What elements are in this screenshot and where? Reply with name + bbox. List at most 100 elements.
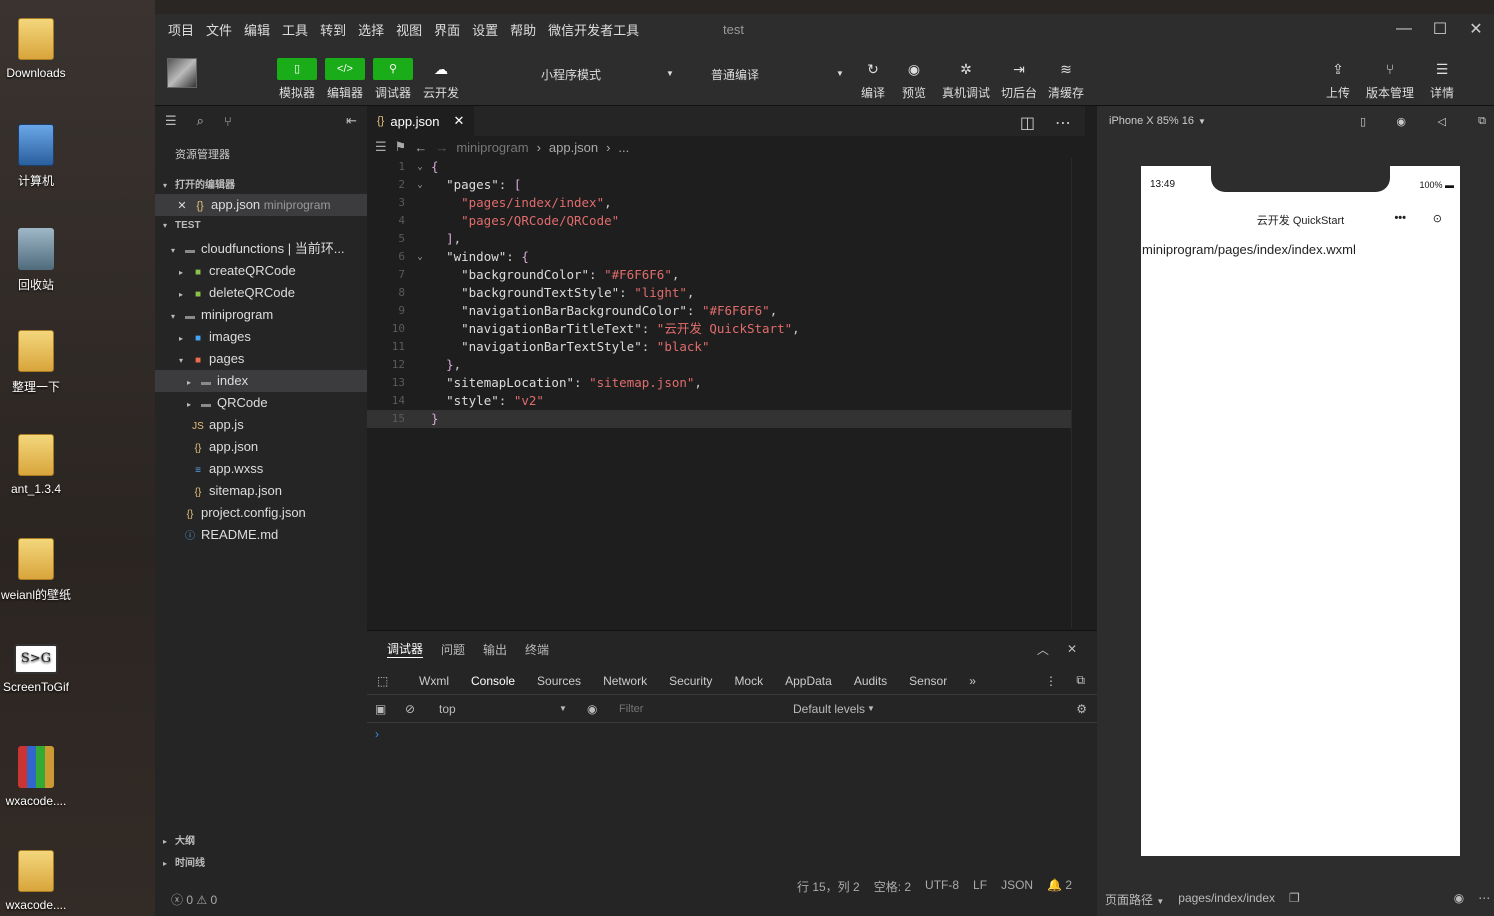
phone-icon[interactable]: ▯ — [1360, 115, 1366, 128]
outline-header[interactable]: ▸ 大纲 — [155, 828, 367, 850]
breadcrumb-file[interactable]: app.json — [549, 140, 598, 155]
levels-select[interactable]: Default levels — [793, 702, 865, 716]
tree-item[interactable]: ▸ ■ createQRCode — [155, 260, 367, 282]
code-line[interactable]: 7 "backgroundColor": "#F6F6F6", — [367, 266, 1071, 284]
filter-input[interactable] — [619, 702, 769, 715]
background-button[interactable]: ⇥ 切后台 — [1001, 58, 1037, 101]
preview-button[interactable]: ◉ 预览 — [902, 58, 926, 101]
more-icon[interactable]: ⋯ — [1055, 113, 1071, 133]
code-line[interactable]: 11 "navigationBarTextStyle": "black" — [367, 338, 1071, 356]
tree-item[interactable]: ▸ ■ images — [155, 326, 367, 348]
clear-console-icon[interactable]: ⊘ — [405, 702, 415, 716]
tree-item[interactable]: ▸ ▬ QRCode — [155, 392, 367, 414]
clear-cache-button[interactable]: ≋ 清缓存 — [1048, 58, 1084, 101]
desktop-icon-folder[interactable]: 整理一下 — [0, 330, 72, 395]
back-icon[interactable]: ← — [414, 140, 427, 155]
code-line[interactable]: 12 }, — [367, 356, 1071, 374]
record-icon[interactable]: ◉ — [1396, 115, 1406, 128]
close-window-icon[interactable]: ✕ — [1458, 14, 1494, 44]
breadcrumb-more[interactable]: ... — [618, 140, 629, 155]
tree-item[interactable]: ⓘ README.md — [155, 524, 367, 546]
code-line[interactable]: 14 "style": "v2" — [367, 392, 1071, 410]
devtab-wxml[interactable]: Wxml — [419, 674, 449, 688]
tree-item[interactable]: ≡ app.wxss — [155, 458, 367, 480]
copy-icon[interactable]: ❐ — [1289, 891, 1300, 908]
more-icon[interactable]: ⋯ — [1478, 891, 1490, 908]
devtab-sensor[interactable]: Sensor — [909, 674, 947, 688]
search-icon[interactable]: ⌕ — [197, 113, 204, 129]
desktop-icon-recycle-bin[interactable]: 回收站 — [0, 228, 72, 293]
maximize-icon[interactable]: ☐ — [1422, 14, 1458, 44]
cloud-button[interactable]: ☁ 云开发 — [421, 58, 461, 101]
tree-item[interactable]: {} sitemap.json — [155, 480, 367, 502]
debugger-button[interactable]: ⚲ 调试器 — [373, 58, 413, 101]
menu-select[interactable]: 选择 — [358, 20, 384, 39]
compile-mode-select[interactable]: 普通编译 ▼ — [711, 66, 847, 83]
details-button[interactable]: ☰ 详情 — [1430, 58, 1454, 101]
menu-view[interactable]: 视图 — [396, 20, 422, 39]
desktop-icon-wallpaper[interactable]: weianl的壁纸 — [0, 538, 72, 603]
menu-help[interactable]: 帮助 — [510, 20, 536, 39]
indentation[interactable]: 空格: 2 — [874, 878, 911, 895]
gear-icon[interactable]: ⚙ — [1076, 702, 1087, 716]
fold-icon[interactable]: ⌄ — [409, 176, 431, 194]
encoding[interactable]: UTF-8 — [925, 878, 959, 895]
problems-status[interactable]: ⓧ 0 ⚠ 0 — [171, 891, 217, 908]
chevron-up-icon[interactable]: ︿ — [1037, 641, 1049, 658]
tab-terminal[interactable]: 终端 — [525, 641, 549, 658]
desktop-icon-wxacode-folder[interactable]: wxacode.... — [0, 850, 72, 912]
cursor-position[interactable]: 行 15，列 2 — [797, 878, 860, 895]
real-debug-button[interactable]: ✲ 真机调试 — [942, 58, 990, 101]
forward-icon[interactable]: → — [435, 140, 448, 155]
notifications[interactable]: 🔔 2 — [1047, 878, 1072, 895]
split-editor-icon[interactable]: ◫ — [1020, 113, 1035, 133]
menu-wechat-devtools[interactable]: 微信开发者工具 — [548, 20, 639, 39]
phone-screen[interactable]: 13:49 100% ▬ 云开发 QuickStart ••• ⊙ minipr… — [1141, 166, 1460, 856]
devtab-sources[interactable]: Sources — [537, 674, 581, 688]
undock-icon[interactable]: ⧉ — [1076, 673, 1085, 688]
eol[interactable]: LF — [973, 878, 987, 895]
fold-icon[interactable]: ⌄ — [409, 158, 431, 176]
devtab-console[interactable]: Console — [471, 674, 515, 688]
tab-debugger[interactable]: 调试器 — [387, 640, 424, 658]
console-prompt[interactable]: › — [367, 723, 1097, 745]
tree-item[interactable]: ▸ ▬ index — [155, 370, 367, 392]
open-editors-header[interactable]: ▾ 打开的编辑器 — [155, 172, 367, 194]
code-line[interactable]: 5 ], — [367, 230, 1071, 248]
close-icon[interactable]: ✕ — [175, 195, 189, 217]
code-line[interactable]: 9 "navigationBarBackgroundColor": "#F6F6… — [367, 302, 1071, 320]
close-panel-icon[interactable]: ✕ — [1067, 642, 1077, 656]
devtab-mock[interactable]: Mock — [734, 674, 763, 688]
simulator-button[interactable]: ▯ 模拟器 — [277, 58, 317, 101]
timeline-header[interactable]: ▸ 时间线 — [155, 850, 367, 872]
devtab-network[interactable]: Network — [603, 674, 647, 688]
desktop-icon-wxacode-rar[interactable]: wxacode.... — [0, 746, 72, 808]
eye-icon[interactable]: ◉ — [587, 702, 597, 716]
more-tabs-icon[interactable]: » — [969, 674, 976, 688]
tab-problems[interactable]: 问题 — [441, 641, 465, 658]
menu-project[interactable]: 项目 — [168, 20, 194, 39]
code-line[interactable]: 8 "backgroundTextStyle": "light", — [367, 284, 1071, 302]
devtab-security[interactable]: Security — [669, 674, 712, 688]
mode-select[interactable]: 小程序模式 ▼ — [541, 66, 677, 83]
sidebar-toggle-icon[interactable]: ▣ — [375, 702, 386, 716]
kebab-icon[interactable]: ⋮ — [1045, 674, 1057, 688]
volume-icon[interactable]: ◁ — [1438, 115, 1446, 128]
code-line[interactable]: 6 ⌄ "window": { — [367, 248, 1071, 266]
menu-file[interactable]: 文件 — [206, 20, 232, 39]
path-select[interactable]: 页面路径 ▼ — [1105, 891, 1164, 908]
device-select[interactable]: iPhone X 85% 16 — [1109, 115, 1194, 127]
context-select[interactable]: top — [439, 702, 456, 716]
breadcrumb-folder[interactable]: miniprogram — [456, 140, 528, 155]
tree-item[interactable]: ▸ ■ deleteQRCode — [155, 282, 367, 304]
tree-item[interactable]: ▾ ▬ cloudfunctions | 当前环... — [155, 238, 367, 260]
popout-icon[interactable]: ⧉ — [1478, 115, 1486, 128]
menu-tools[interactable]: 工具 — [282, 20, 308, 39]
eye-icon[interactable]: ◉ — [1454, 891, 1464, 908]
code-line[interactable]: 1 ⌄{ — [367, 158, 1071, 176]
desktop-icon-computer[interactable]: 计算机 — [0, 124, 72, 189]
editor-scrollbar[interactable] — [1071, 158, 1085, 628]
tab-app-json[interactable]: {} app.json ✕ — [367, 106, 475, 136]
devtab-appdata[interactable]: AppData — [785, 674, 832, 688]
close-icon[interactable]: ✕ — [454, 113, 465, 129]
